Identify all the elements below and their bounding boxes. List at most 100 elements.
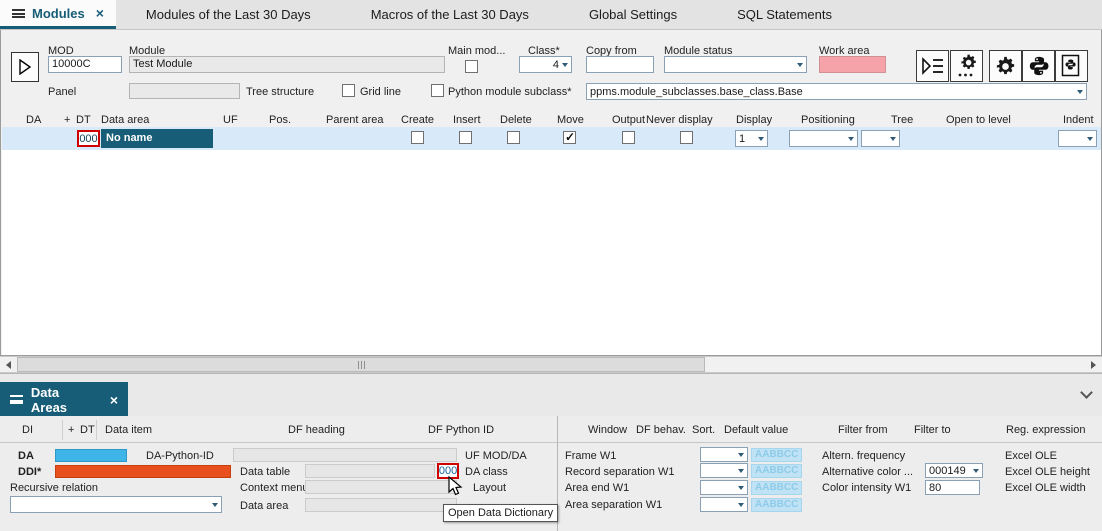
- display-select[interactable]: 1: [735, 130, 768, 147]
- table-row[interactable]: 000 No name 1: [2, 127, 1101, 150]
- collapse-pane-chevron-down-icon[interactable]: [1080, 386, 1093, 399]
- da-class-label: DA class: [465, 466, 508, 478]
- data-area-field[interactable]: [305, 498, 457, 512]
- tab-global-settings[interactable]: Global Settings: [559, 0, 707, 29]
- ddi-row-label: DDI*: [18, 466, 41, 478]
- alternative-color-select[interactable]: 000149: [925, 463, 983, 478]
- settings-button[interactable]: [989, 50, 1022, 82]
- tab-modules-last-30-days[interactable]: Modules of the Last 30 Days: [116, 0, 341, 29]
- da-python-id-field[interactable]: [233, 448, 457, 462]
- scroll-left-button[interactable]: [0, 357, 17, 372]
- recursive-relation-label: Recursive relation: [10, 482, 98, 494]
- panel-field[interactable]: [129, 83, 240, 99]
- area-end-color-field[interactable]: AABBCC: [751, 481, 802, 495]
- header-divider: [96, 420, 97, 440]
- chevron-down-icon: [562, 63, 568, 67]
- alternative-color-label: Alternative color ...: [822, 466, 913, 478]
- da-dt-cell[interactable]: 000: [77, 130, 100, 147]
- close-pane-icon[interactable]: ×: [110, 392, 118, 408]
- hdr-filter-from: Filter from: [838, 424, 888, 436]
- record-separation-label: Record separation W1: [565, 466, 674, 478]
- python-subclass-select[interactable]: ppms.module_subclasses.base_class.Base: [586, 83, 1087, 100]
- delete-checkbox[interactable]: [507, 131, 520, 144]
- hdr-reg-expression: Reg. expression: [1006, 424, 1086, 436]
- tree-select[interactable]: [861, 130, 900, 147]
- tab-data-areas[interactable]: Data Areas ×: [0, 382, 128, 417]
- col-tree: Tree: [891, 114, 913, 126]
- hdr-plus: +: [68, 424, 74, 436]
- grip-icon: [361, 361, 362, 369]
- never-display-checkbox[interactable]: [680, 131, 693, 144]
- da-color-field[interactable]: [55, 449, 127, 462]
- chevron-down-icon: [758, 137, 764, 141]
- area-end-select[interactable]: [700, 480, 748, 495]
- ddi-color-field[interactable]: [55, 465, 231, 478]
- record-separation-select[interactable]: [700, 463, 748, 478]
- python-button[interactable]: [1022, 50, 1055, 82]
- scrollbar-thumb[interactable]: [17, 357, 705, 372]
- frame-w1-select[interactable]: [700, 447, 748, 462]
- tab-modules[interactable]: Modules ×: [0, 0, 116, 29]
- python-file-button[interactable]: [1055, 50, 1088, 82]
- gear-options-button[interactable]: [950, 50, 983, 82]
- recursive-relation-select[interactable]: [10, 496, 222, 513]
- grid-line-label: Grid line: [360, 86, 401, 98]
- python-file-icon: [1060, 54, 1084, 78]
- chevron-down-icon: [738, 469, 744, 473]
- altern-frequency-label: Altern. frequency: [822, 450, 905, 462]
- close-tab-icon[interactable]: ×: [96, 5, 104, 21]
- module-status-select[interactable]: [664, 56, 807, 73]
- output-checkbox[interactable]: [622, 131, 635, 144]
- tab-sql-statements[interactable]: SQL Statements: [707, 0, 862, 29]
- chevron-down-icon: [738, 453, 744, 457]
- data-table-field[interactable]: [305, 464, 435, 478]
- grip-icon: [364, 361, 365, 369]
- class-select[interactable]: 4: [519, 56, 572, 73]
- tab-macros-last-30-days[interactable]: Macros of the Last 30 Days: [341, 0, 559, 29]
- mod-field[interactable]: 10000C: [48, 56, 122, 73]
- area-separation-color-field[interactable]: AABBCC: [751, 498, 802, 512]
- hdr-di: DI: [22, 424, 33, 436]
- data-area-name-cell[interactable]: No name: [101, 129, 213, 148]
- main-module-checkbox[interactable]: [465, 60, 478, 73]
- layout-label: Layout: [473, 482, 506, 494]
- indent-select[interactable]: [1058, 130, 1097, 147]
- hdr-default-value: Default value: [724, 424, 788, 436]
- python-subclass-checkbox[interactable]: [431, 84, 444, 97]
- col-da: DA: [26, 114, 41, 126]
- col-uf: UF: [223, 114, 238, 126]
- color-intensity-field[interactable]: 80: [925, 480, 980, 495]
- python-subclass-label: Python module subclass*: [448, 86, 572, 98]
- excel-ole-label: Excel OLE: [1005, 450, 1057, 462]
- scroll-right-button[interactable]: [1085, 357, 1102, 372]
- insert-checkbox[interactable]: [459, 131, 472, 144]
- panel-label: Panel: [48, 86, 76, 98]
- horizontal-scrollbar[interactable]: [0, 356, 1102, 373]
- col-output: Output: [612, 114, 645, 126]
- col-parent-area: Parent area: [326, 114, 383, 126]
- chevron-down-icon: [212, 503, 218, 507]
- module-field[interactable]: Test Module: [129, 56, 445, 73]
- col-never-display: Never display: [646, 114, 713, 126]
- gear-icon: [994, 55, 1017, 78]
- chevron-down-icon: [738, 503, 744, 507]
- frame-color-field[interactable]: AABBCC: [751, 448, 802, 462]
- run-button[interactable]: [11, 52, 39, 82]
- da-row-label: DA: [18, 450, 34, 462]
- copy-from-field[interactable]: [586, 56, 654, 73]
- program-flow-button[interactable]: [916, 50, 949, 82]
- work-area-field[interactable]: [819, 56, 886, 73]
- col-plus: +: [64, 114, 70, 126]
- area-separation-select[interactable]: [700, 497, 748, 512]
- positioning-select[interactable]: [789, 130, 858, 147]
- uf-mod-da-label: UF MOD/DA: [465, 450, 527, 462]
- menu-icon[interactable]: [12, 9, 25, 18]
- move-checkbox[interactable]: [563, 131, 576, 144]
- grid-line-checkbox[interactable]: [342, 84, 355, 97]
- context-menu-field[interactable]: [305, 480, 457, 494]
- ddi-dt-cell[interactable]: 000: [437, 463, 459, 479]
- col-positioning: Positioning: [801, 114, 855, 126]
- create-checkbox[interactable]: [411, 131, 424, 144]
- menu-icon[interactable]: [10, 395, 23, 404]
- record-separation-color-field[interactable]: AABBCC: [751, 464, 802, 478]
